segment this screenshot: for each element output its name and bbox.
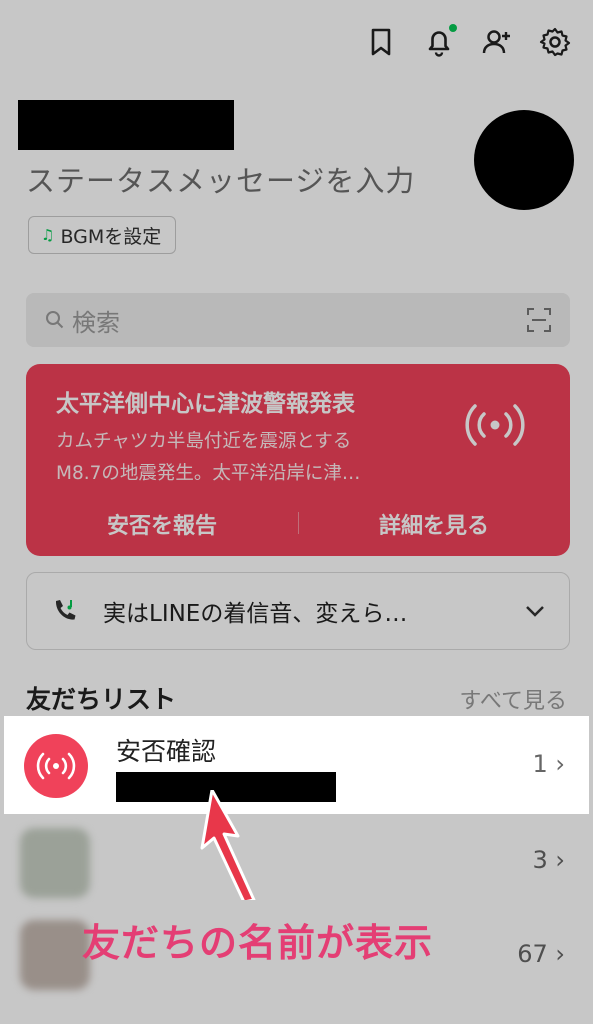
add-friend-icon[interactable] <box>481 26 513 58</box>
report-safety-button[interactable]: 安否を報告 <box>26 508 298 540</box>
ringtone-banner[interactable]: 実はLINEの着信音、変えら… <box>26 572 570 650</box>
bookmark-icon[interactable] <box>365 26 397 58</box>
qr-scan-icon[interactable] <box>526 307 552 333</box>
chevron-down-icon[interactable] <box>523 599 547 623</box>
friends-list-header: 友だちリスト <box>26 685 177 714</box>
settings-icon[interactable] <box>539 26 571 58</box>
alert-body: カムチャツカ半島付近を震源とする M8.7の地震発生。太平洋沿岸に津… <box>56 426 436 490</box>
header-toolbar <box>365 24 571 58</box>
bgm-label: BGMを設定 <box>60 225 162 248</box>
see-all-link[interactable]: すべて見る <box>459 683 567 715</box>
broadcast-icon <box>36 752 76 780</box>
alert-action-divider <box>298 512 299 534</box>
annotation-caption: 友だちの名前が表示 <box>82 921 434 965</box>
phone-music-icon <box>55 600 76 620</box>
group-count: 67 › <box>517 940 565 968</box>
friend-group-row[interactable] <box>10 818 570 908</box>
safety-check-row[interactable]: 安否確認 1 › <box>4 716 589 814</box>
profile-name-redacted <box>18 100 234 150</box>
search-bar[interactable]: 検索 <box>26 293 570 347</box>
group-count: 3 › <box>532 846 565 874</box>
broadcast-icon <box>465 404 525 446</box>
view-details-button[interactable]: 詳細を見る <box>298 508 570 540</box>
bgm-button[interactable]: ♫ BGMを設定 <box>28 216 177 254</box>
alert-title: 太平洋側中心に津波警報発表 <box>56 391 355 417</box>
profile-avatar[interactable] <box>474 110 574 210</box>
group-avatar-blurred <box>20 920 90 990</box>
safety-check-avatar <box>24 734 88 798</box>
safety-check-title: 安否確認 <box>116 737 217 766</box>
alert-body-line2: M8.7の地震発生。太平洋沿岸に津… <box>56 463 361 484</box>
group-avatar-blurred <box>20 828 90 898</box>
search-icon <box>46 311 64 329</box>
status-message[interactable]: ステータスメッセージを入力 <box>26 158 415 200</box>
bell-icon[interactable] <box>423 24 457 58</box>
line-home-screen: ステータスメッセージを入力 ♫ BGMを設定 検索 太平洋側中心に津波警報発表 … <box>0 0 593 1024</box>
search-placeholder: 検索 <box>72 308 120 337</box>
safety-check-count: 1 › <box>532 750 565 778</box>
disaster-alert-card[interactable]: 太平洋側中心に津波警報発表 カムチャツカ半島付近を震源とする M8.7の地震発生… <box>26 364 570 556</box>
ringtone-text: 実はLINEの着信音、変えら… <box>103 601 408 627</box>
annotation-arrow-icon <box>200 790 256 900</box>
alert-body-line1: カムチャツカ半島付近を震源とする <box>56 431 352 452</box>
music-note-icon: ♫ <box>41 226 55 244</box>
notification-dot <box>449 24 457 32</box>
